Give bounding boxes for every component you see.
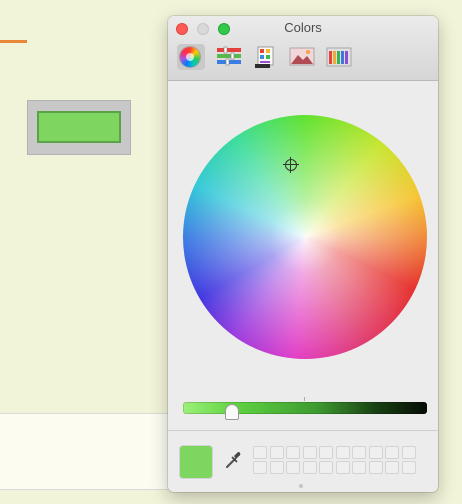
favorite-swatch-slot[interactable] — [352, 446, 366, 459]
accent-line — [0, 40, 27, 43]
favorite-swatch-slot[interactable] — [319, 446, 333, 459]
favorite-swatch-slot[interactable] — [319, 461, 333, 474]
tab-color-sliders[interactable] — [215, 44, 243, 70]
slider-tick — [304, 397, 305, 401]
favorite-swatch-slot[interactable] — [368, 461, 383, 474]
eyedropper-button[interactable] — [224, 450, 242, 470]
window-title: Colors — [284, 20, 322, 35]
resize-grip[interactable] — [299, 484, 303, 488]
tab-image-palettes[interactable] — [288, 44, 316, 70]
color-wheel[interactable] — [183, 115, 427, 359]
color-well-button[interactable] — [27, 100, 131, 155]
tab-pencils[interactable] — [325, 44, 353, 70]
background-panel — [0, 413, 168, 490]
favorite-swatch-slot[interactable] — [401, 446, 416, 459]
favorite-swatch-slot[interactable] — [335, 461, 350, 474]
image-icon — [289, 47, 315, 66]
colors-window: Colors — [168, 16, 438, 492]
brightness-slider-knob[interactable] — [225, 404, 239, 420]
palette-grid-icon — [255, 46, 274, 68]
favorite-swatch-slot[interactable] — [401, 461, 416, 474]
color-picker-crosshair[interactable] — [283, 157, 299, 173]
tab-color-palettes[interactable] — [251, 44, 279, 70]
favorite-swatch-slot[interactable] — [302, 461, 317, 474]
crayons-icon — [326, 47, 352, 67]
color-wheel-icon — [180, 47, 200, 67]
current-color-swatch[interactable] — [180, 446, 212, 478]
favorite-swatch-slot[interactable] — [269, 446, 284, 459]
favorite-swatch-slot[interactable] — [302, 446, 317, 459]
favorite-swatch-slot[interactable] — [253, 446, 267, 459]
favorite-swatch-slot[interactable] — [385, 461, 399, 474]
color-well-swatch — [37, 111, 121, 143]
favorite-swatch-slot[interactable] — [352, 461, 366, 474]
favorite-swatch-slot[interactable] — [385, 446, 399, 459]
favorite-swatch-slot[interactable] — [269, 461, 284, 474]
sliders-icon — [217, 46, 241, 66]
eyedropper-icon — [225, 452, 241, 469]
favorite-swatch-slot[interactable] — [286, 461, 300, 474]
favorite-swatch-slot[interactable] — [253, 461, 267, 474]
tab-color-wheel[interactable] — [177, 44, 205, 70]
brightness-slider[interactable] — [183, 402, 427, 414]
favorite-swatch-slot[interactable] — [335, 446, 350, 459]
favorite-swatch-slot[interactable] — [286, 446, 300, 459]
favorite-swatch-slot[interactable] — [368, 446, 383, 459]
divider — [168, 430, 438, 431]
title-bar: Colors — [168, 16, 438, 81]
